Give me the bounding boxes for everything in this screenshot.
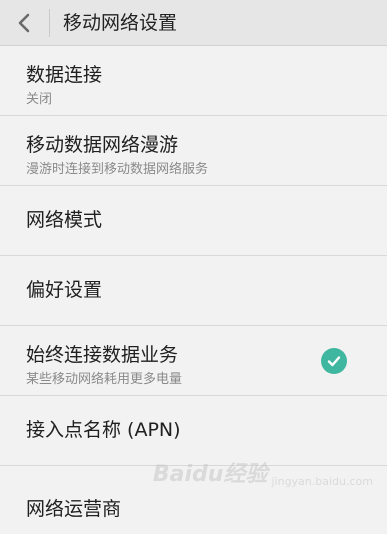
checkmark-icon (327, 356, 341, 367)
check-icon[interactable] (321, 348, 347, 374)
watermark-logo: Baidu经验 (152, 462, 268, 487)
setting-label: 网络模式 (26, 209, 103, 231)
back-button[interactable] (0, 0, 48, 46)
page-title: 移动网络设置 (63, 12, 178, 34)
setting-data-connection[interactable]: 数据连接 关闭 (0, 46, 387, 116)
watermark-url: jingyan.baidu.com (271, 475, 373, 488)
setting-label: 数据连接 (26, 64, 103, 86)
setting-preferences[interactable]: 偏好设置 (0, 256, 387, 326)
setting-network-mode[interactable]: 网络模式 (0, 186, 387, 256)
setting-label: 始终连接数据业务 (26, 344, 179, 366)
watermark: Baidu经验 jingyan.baidu.com (153, 456, 373, 488)
header-divider (49, 9, 50, 37)
setting-data-roaming[interactable]: 移动数据网络漫游 漫游时连接到移动数据网络服务 (0, 116, 387, 186)
setting-summary: 某些移动网络耗用更多电量 (26, 372, 183, 387)
app-header: 移动网络设置 (0, 0, 387, 46)
setting-label: 移动数据网络漫游 (26, 134, 179, 156)
setting-label: 接入点名称 (APN) (26, 419, 181, 441)
setting-label: 网络运营商 (26, 498, 122, 520)
setting-summary: 漫游时连接到移动数据网络服务 (26, 162, 209, 177)
chevron-left-icon (18, 13, 30, 33)
setting-label: 偏好设置 (26, 279, 103, 301)
settings-list: 数据连接 关闭 移动数据网络漫游 漫游时连接到移动数据网络服务 网络模式 偏好设… (0, 46, 387, 526)
setting-summary: 关闭 (26, 92, 53, 107)
setting-always-on-data[interactable]: 始终连接数据业务 某些移动网络耗用更多电量 (0, 326, 387, 396)
